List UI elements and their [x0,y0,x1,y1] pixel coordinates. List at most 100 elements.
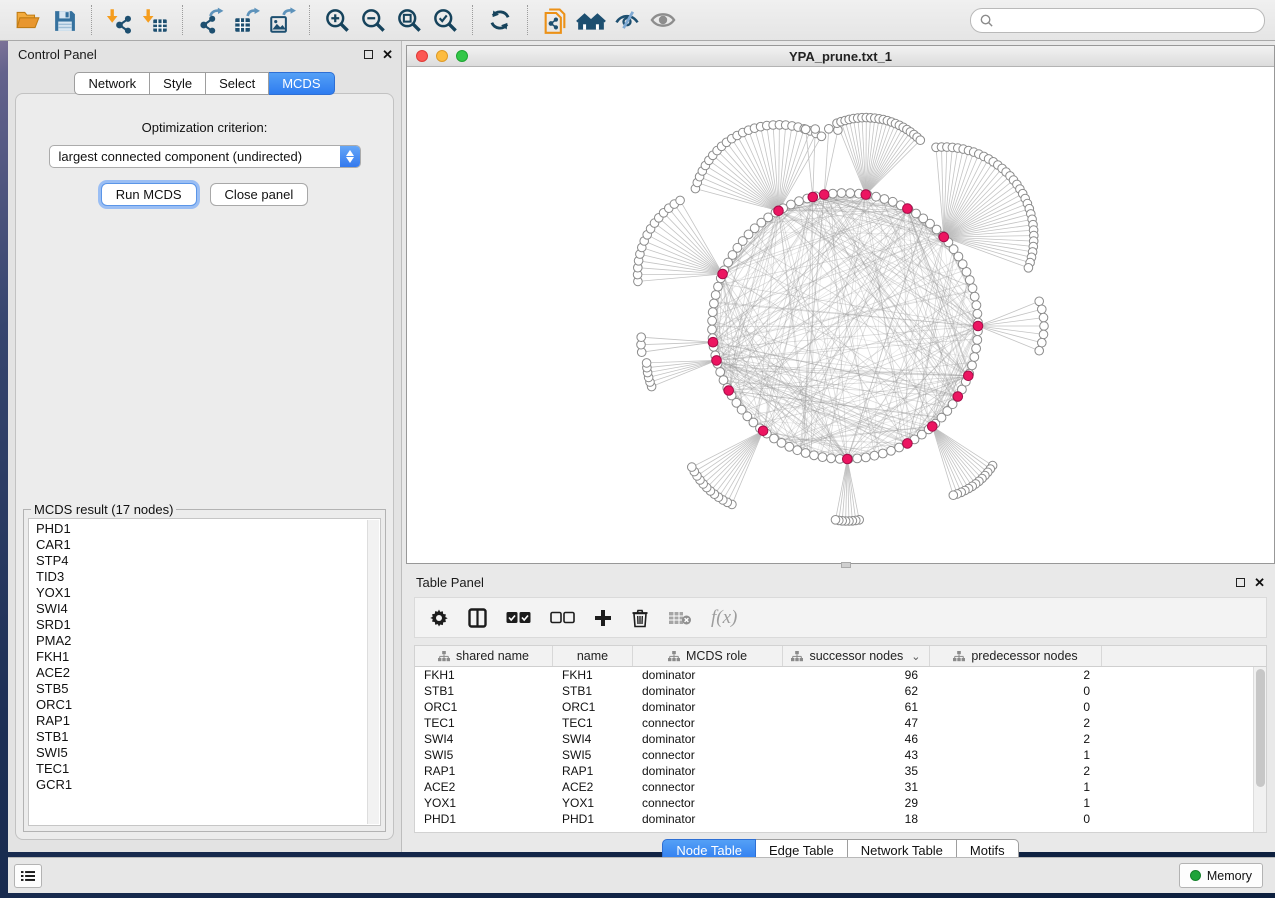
zoom-in-button[interactable] [319,3,355,37]
import-table-icon [142,7,169,34]
show-columns-button[interactable] [468,608,487,628]
cell-MCDS-role: dominator [633,764,783,778]
import-table-button[interactable] [137,3,173,37]
cell-successor-nodes: 47 [783,716,930,730]
cell-name: PHD1 [553,812,633,826]
tab-mcds[interactable]: MCDS [269,72,334,95]
import-network-button[interactable] [101,3,137,37]
mcds-result-item[interactable]: PMA2 [36,633,364,649]
home-button[interactable] [573,3,609,37]
mcds-result-item[interactable]: STB1 [36,729,364,745]
export-image-button[interactable] [264,3,300,37]
tab-network[interactable]: Network [74,72,150,95]
mcds-result-item[interactable]: RAP1 [36,713,364,729]
cell-name: ORC1 [553,700,633,714]
close-panel-button[interactable]: Close panel [210,183,309,206]
mcds-result-item[interactable]: FKH1 [36,649,364,665]
network-window-titlebar[interactable]: YPA_prune.txt_1 [407,46,1274,67]
mcds-result-item[interactable]: ORC1 [36,697,364,713]
tab-style[interactable]: Style [150,72,206,95]
table-settings-button[interactable] [429,608,449,628]
cell-shared-name: ACE2 [415,780,553,794]
cell-name: STB1 [553,684,633,698]
column-header-shared-name[interactable]: shared name [415,646,553,666]
cell-shared-name: STB1 [415,684,553,698]
mcds-result-item[interactable]: STP4 [36,553,364,569]
deselect-all-columns-button[interactable] [550,611,575,625]
network-view-window: YPA_prune.txt_1 [406,45,1275,564]
table-row[interactable]: SWI5SWI5connector431 [415,747,1266,763]
close-table-panel-icon[interactable]: ✕ [1254,578,1265,587]
export-network-button[interactable] [192,3,228,37]
task-history-button[interactable] [14,864,42,888]
checked-boxes-icon [506,611,531,625]
cell-MCDS-role: dominator [633,700,783,714]
export-table-button[interactable] [228,3,264,37]
table-row[interactable]: YOX1YOX1connector291 [415,795,1266,811]
mcds-list-scrollbar[interactable] [367,520,379,824]
cell-successor-nodes: 29 [783,796,930,810]
mcds-result-item[interactable]: TEC1 [36,761,364,777]
zoom-fit-button[interactable] [391,3,427,37]
close-panel-icon[interactable]: ✕ [382,50,393,59]
mcds-result-item[interactable]: SRD1 [36,617,364,633]
table-row[interactable]: RAP1RAP1dominator352 [415,763,1266,779]
cell-shared-name: SWI5 [415,748,553,762]
eye-slash-icon [613,6,641,34]
mcds-result-item[interactable]: ACE2 [36,665,364,681]
table-scrollbar[interactable] [1253,667,1266,832]
tab-select[interactable]: Select [206,72,269,95]
cell-successor-nodes: 31 [783,780,930,794]
mcds-result-item[interactable]: STB5 [36,681,364,697]
cell-MCDS-role: connector [633,796,783,810]
cell-shared-name: YOX1 [415,796,553,810]
table-row[interactable]: STB1STB1dominator620 [415,683,1266,699]
float-table-panel-icon[interactable] [1236,578,1245,587]
column-header-name[interactable]: name [553,646,633,666]
table-panel: Table Panel ✕ [406,567,1275,852]
network-canvas[interactable] [407,67,1274,560]
cell-shared-name: ORC1 [415,700,553,714]
main-area: Control Panel ✕ NetworkStyleSelectMCDS O… [0,41,1275,852]
show-view-button[interactable] [645,3,681,37]
table-row[interactable]: PHD1PHD1dominator180 [415,811,1266,827]
cell-predecessor-nodes: 1 [930,796,1102,810]
mcds-result-item[interactable]: GCR1 [36,777,364,793]
run-mcds-button[interactable]: Run MCDS [101,183,197,206]
delete-column-button[interactable] [631,608,649,628]
mcds-result-item[interactable]: PHD1 [36,521,364,537]
criterion-dropdown[interactable]: largest connected component (undirected) [49,145,361,168]
save-floppy-icon [52,8,77,33]
zoom-out-button[interactable] [355,3,391,37]
cell-predecessor-nodes: 1 [930,748,1102,762]
column-header-MCDS-role[interactable]: MCDS role [633,646,783,666]
search-input[interactable] [994,12,1256,28]
mcds-result-item[interactable]: TID3 [36,569,364,585]
save-session-button[interactable] [46,3,82,37]
cell-name: RAP1 [553,764,633,778]
table-row[interactable]: FKH1FKH1dominator962 [415,667,1266,683]
column-header-predecessor-nodes[interactable]: predecessor nodes [930,646,1102,666]
mcds-result-item[interactable]: CAR1 [36,537,364,553]
table-row[interactable]: TEC1TEC1connector472 [415,715,1266,731]
network-overview-button[interactable] [537,3,573,37]
mcds-result-item[interactable]: SWI5 [36,745,364,761]
mcds-result-item[interactable]: SWI4 [36,601,364,617]
table-row[interactable]: ORC1ORC1dominator610 [415,699,1266,715]
cell-name: TEC1 [553,716,633,730]
float-panel-icon[interactable] [364,50,373,59]
zoom-selected-button[interactable] [427,3,463,37]
apply-layout-button[interactable] [482,3,518,37]
open-session-button[interactable] [10,3,46,37]
table-scrollbar-thumb[interactable] [1256,669,1265,787]
memory-button[interactable]: Memory [1179,863,1263,888]
search-box[interactable] [970,8,1265,33]
select-all-columns-button[interactable] [506,611,531,625]
cell-name: ACE2 [553,780,633,794]
create-column-button[interactable] [594,609,612,627]
mcds-result-item[interactable]: YOX1 [36,585,364,601]
table-row[interactable]: SWI4SWI4dominator462 [415,731,1266,747]
hide-view-button[interactable] [609,3,645,37]
table-row[interactable]: ACE2ACE2connector311 [415,779,1266,795]
column-header-successor-nodes[interactable]: successor nodes⌄ [783,646,930,666]
